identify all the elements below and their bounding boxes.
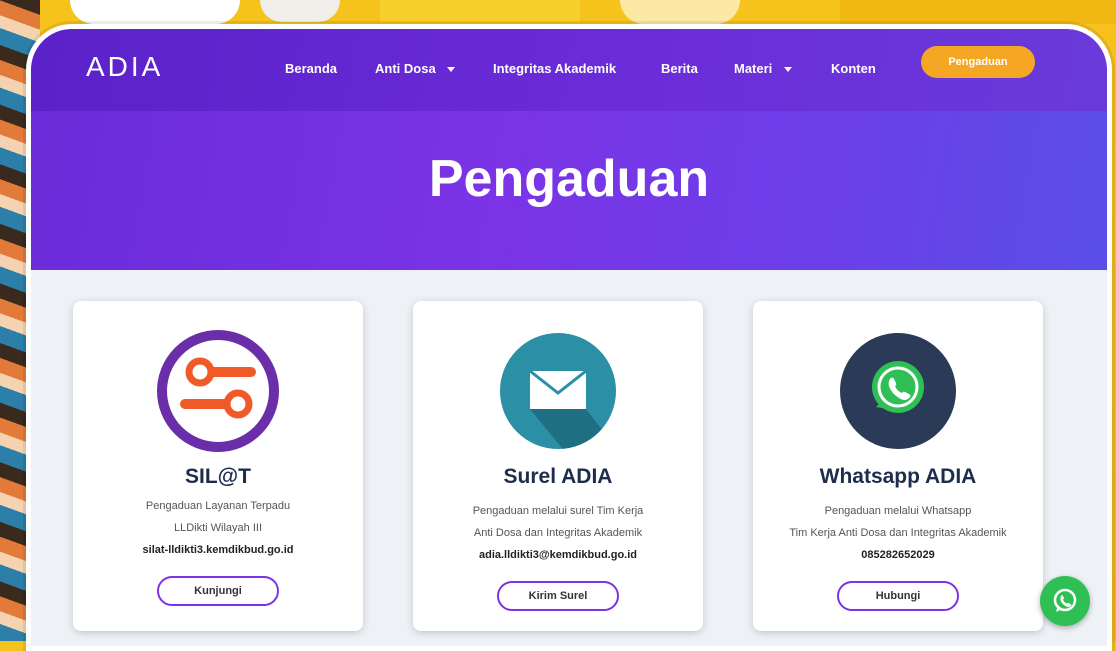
whatsapp-icon [1053, 588, 1077, 612]
card-title: Surel ADIA [503, 465, 613, 488]
nav-item-materi[interactable]: Materi [734, 61, 792, 76]
pengaduan-button[interactable]: Pengaduan [921, 46, 1035, 78]
card-title: Whatsapp ADIA [819, 465, 977, 488]
site-logo[interactable]: ADIA [86, 51, 163, 83]
nav-item-konten[interactable]: Konten [831, 61, 876, 76]
nav-item-label: Materi [734, 61, 773, 76]
card-contact: silat-lldikti3.kemdikbud.go.id [142, 544, 294, 556]
nav-item-label: Konten [831, 61, 876, 76]
whatsapp-icon [836, 329, 960, 453]
page-title: Pengaduan [428, 150, 710, 208]
card-surel: Surel ADIA Pengaduan melalui surel Tim K… [413, 301, 703, 631]
nav-item-label: Integritas Akademik [493, 61, 617, 76]
background-shape [260, 0, 340, 22]
nav-item-berita[interactable]: Berita [661, 61, 698, 76]
chevron-down-icon [447, 67, 456, 73]
background-shape [620, 0, 740, 24]
hero-banner: ADIA Beranda Anti Dosa Integritas Akadem… [31, 29, 1107, 270]
background-shape [70, 0, 240, 24]
nav-item-label: Anti Dosa [375, 61, 436, 76]
card-description: Pengaduan melalui Whatsapp [824, 505, 972, 517]
page-viewport: ADIA Beranda Anti Dosa Integritas Akadem… [31, 29, 1107, 646]
nav-item-anti-dosa[interactable]: Anti Dosa [375, 61, 456, 76]
envelope-icon [496, 329, 620, 453]
card-silat: SIL@T Pengaduan Layanan Terpadu LLDikti … [73, 301, 363, 631]
hubungi-button[interactable]: Hubungi [837, 581, 959, 611]
card-description: LLDikti Wilayah III [173, 522, 263, 534]
card-whatsapp: Whatsapp ADIA Pengaduan melalui Whatsapp… [753, 301, 1043, 631]
card-contact: 085282652029 [861, 549, 935, 561]
whatsapp-float-button[interactable] [1040, 576, 1090, 626]
background-shape [380, 0, 580, 22]
nav-item-integritas-akademik[interactable]: Integritas Akademik [493, 61, 616, 76]
top-navbar: ADIA Beranda Anti Dosa Integritas Akadem… [31, 29, 1107, 111]
nav-item-beranda[interactable]: Beranda [285, 61, 337, 76]
card-contact: adia.lldikti3@kemdikbud.go.id [478, 549, 638, 561]
card-description: Tim Kerja Anti Dosa dan Integritas Akade… [789, 527, 1007, 539]
card-title: SIL@T [185, 465, 251, 488]
kirim-surel-button[interactable]: Kirim Surel [497, 581, 619, 611]
nav-item-label: Berita [661, 61, 698, 76]
chevron-down-icon [783, 67, 792, 73]
browser-frame: ADIA Beranda Anti Dosa Integritas Akadem… [26, 24, 1112, 651]
background-shape [840, 0, 1116, 24]
card-description: Pengaduan Layanan Terpadu [145, 500, 291, 512]
toggle-link-icon [156, 329, 280, 453]
kunjungi-button[interactable]: Kunjungi [157, 576, 279, 606]
card-description: Pengaduan melalui surel Tim Kerja [472, 505, 644, 517]
card-description: Anti Dosa dan Integritas Akademik [473, 527, 643, 539]
nav-item-label: Beranda [285, 61, 338, 76]
